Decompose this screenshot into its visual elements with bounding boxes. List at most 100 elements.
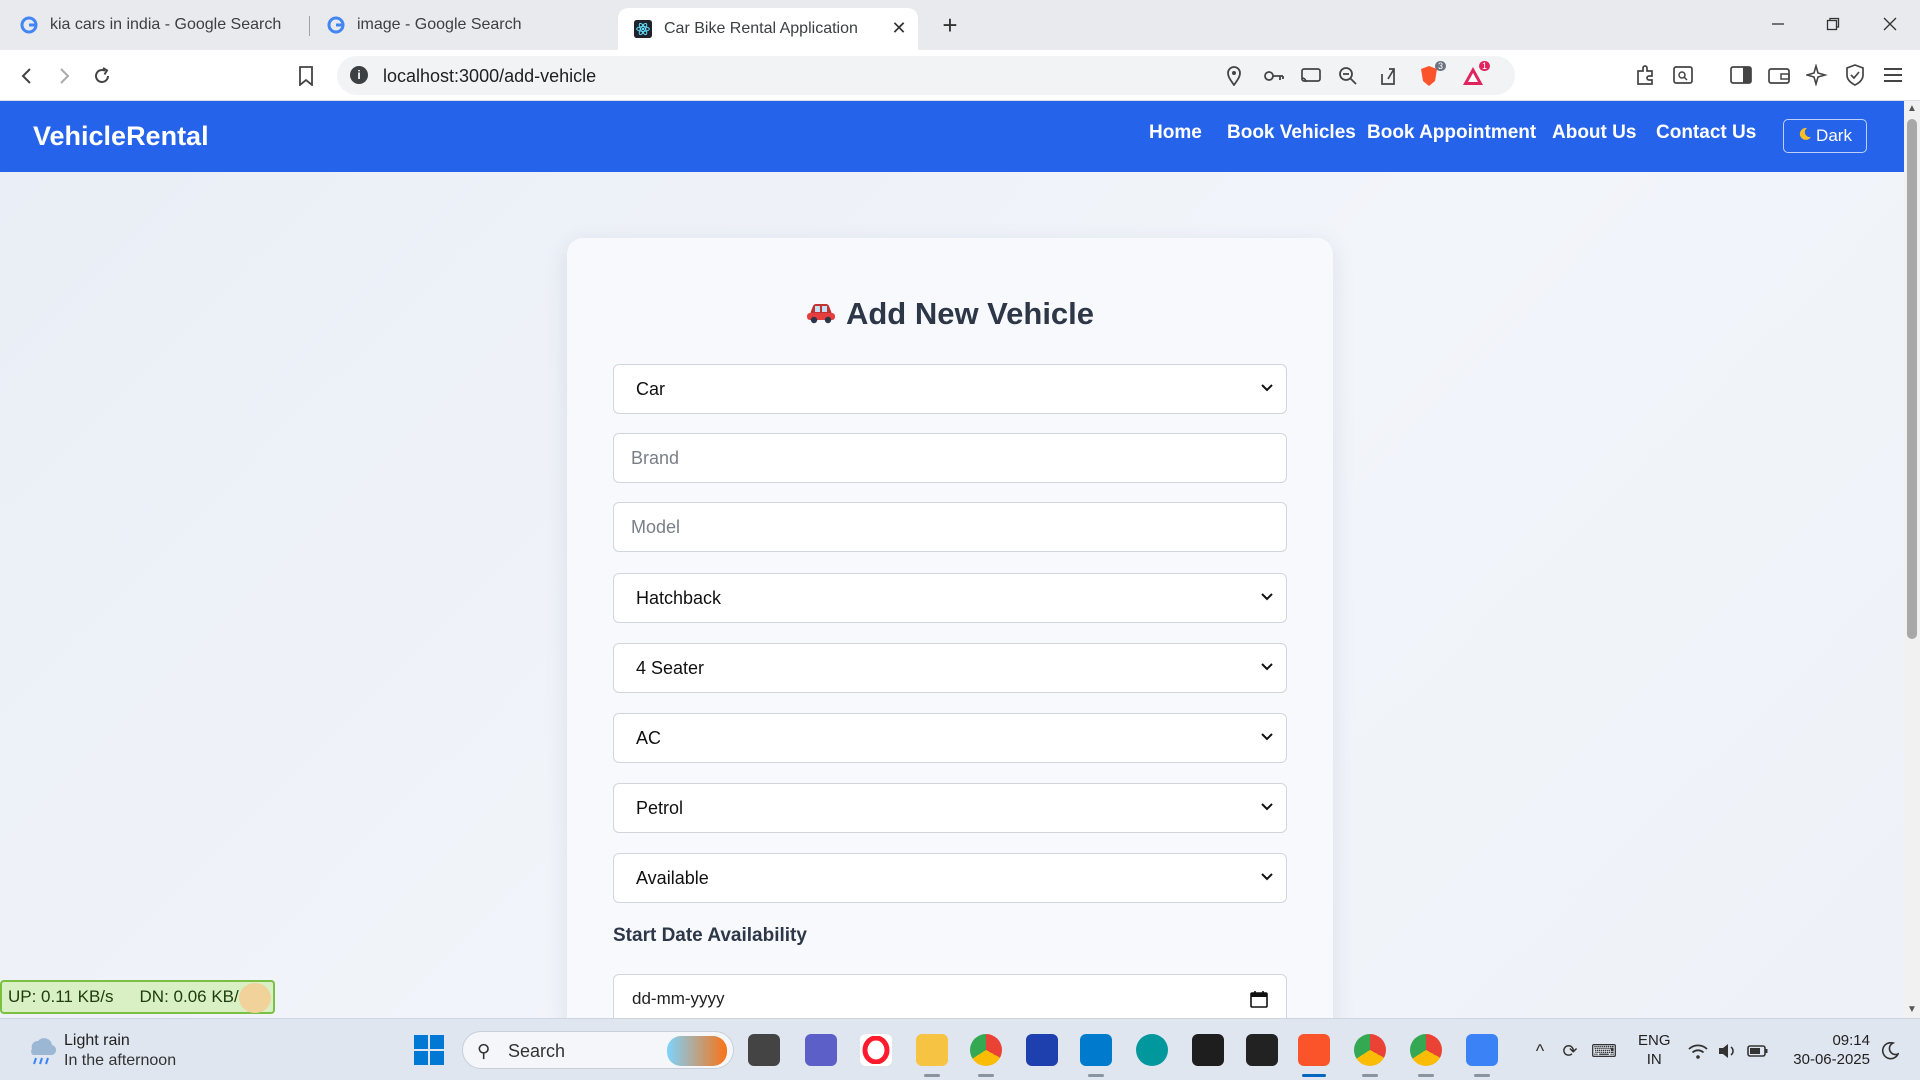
minimize-window-icon[interactable] [1758, 8, 1798, 40]
system-clock[interactable]: 09:14 30-06-2025 [1788, 1031, 1870, 1069]
brave-shield-icon[interactable]: 3 [1418, 61, 1446, 87]
tab-kia-cars-search[interactable]: kia cars in india - Google Search [20, 8, 310, 42]
microsoft-store-icon[interactable] [1026, 1034, 1058, 1066]
bookmark-icon[interactable] [292, 62, 320, 90]
brave-rewards-icon[interactable]: 1 [1462, 61, 1490, 87]
teams-icon[interactable] [805, 1034, 837, 1066]
sidebar-toggle-icon[interactable] [1728, 62, 1754, 88]
task-view-icon[interactable] [748, 1034, 780, 1066]
body-type-select[interactable]: Hatchback [613, 573, 1287, 623]
back-arrow-icon[interactable] [13, 62, 41, 90]
site-info-icon[interactable]: i [350, 66, 368, 84]
leo-ai-sparkle-icon[interactable] [1804, 62, 1830, 88]
running-indicator [924, 1074, 940, 1077]
moon-icon [1798, 126, 1812, 146]
nav-link-contact-us[interactable]: Contact Us [1656, 122, 1756, 144]
chrome-profile-icon[interactable] [1354, 1034, 1386, 1066]
keyboard-icon[interactable]: ⌨ [1591, 1039, 1617, 1063]
calendar-icon[interactable] [1250, 990, 1268, 1008]
page-scrollbar[interactable]: ▲ ▼ [1904, 101, 1920, 1018]
tab-image-search[interactable]: image - Google Search [327, 8, 617, 42]
browser-toolbar: i localhost:3000/add-vehicle 3 1 [0, 50, 1920, 101]
nav-link-about-us[interactable]: About Us [1552, 122, 1636, 144]
figma-icon[interactable] [1192, 1034, 1224, 1066]
close-window-icon[interactable] [1870, 8, 1910, 40]
brave-browser-icon[interactable] [1298, 1034, 1330, 1066]
opera-icon[interactable] [860, 1034, 892, 1066]
reload-icon[interactable] [88, 62, 116, 90]
zoom-out-icon[interactable] [1337, 65, 1359, 87]
battery-icon[interactable] [1746, 1039, 1770, 1063]
chevron-up-icon[interactable]: ^ [1528, 1039, 1552, 1063]
rain-cloud-icon[interactable] [24, 1033, 58, 1067]
vscode-icon[interactable] [1080, 1034, 1112, 1066]
ac-select[interactable]: AC [613, 713, 1287, 763]
wallet-icon[interactable] [1766, 62, 1792, 88]
search-highlight-art [667, 1036, 727, 1066]
start-date-input[interactable]: dd-mm-yyyy [613, 974, 1287, 1018]
sync-icon[interactable]: ⟳ [1558, 1039, 1582, 1063]
language-code: ENG [1638, 1032, 1671, 1049]
weather-subtitle[interactable]: In the afternoon [64, 1052, 176, 1070]
nav-link-book-vehicles[interactable]: Book Vehicles [1227, 122, 1356, 144]
availability-select[interactable]: Available [613, 853, 1287, 903]
vehicle-type-select[interactable]: Car [613, 364, 1287, 414]
mascot-icon [239, 983, 271, 1013]
running-indicator [978, 1074, 994, 1077]
restore-window-icon[interactable] [1813, 8, 1853, 40]
running-indicator [1362, 1074, 1378, 1077]
app-icon[interactable] [1246, 1034, 1278, 1066]
scroll-up-icon[interactable]: ▲ [1907, 104, 1917, 114]
address-bar[interactable]: i localhost:3000/add-vehicle 3 1 [337, 56, 1515, 95]
tab-divider [309, 16, 310, 36]
extensions-puzzle-icon[interactable] [1633, 62, 1659, 88]
scroll-down-icon[interactable]: ▼ [1907, 1005, 1917, 1015]
running-indicator [1418, 1074, 1434, 1077]
notifications-icon[interactable] [1878, 1039, 1902, 1063]
chevron-down-icon [1261, 593, 1273, 601]
network-speed-meter: UP: 0.11 KB/s DN: 0.06 KB/s [0, 980, 275, 1014]
key-icon[interactable] [1263, 65, 1285, 87]
volume-icon[interactable] [1716, 1039, 1740, 1063]
forward-arrow-icon[interactable] [50, 62, 78, 90]
clock-time: 09:14 [1832, 1032, 1870, 1049]
site-brand-logo[interactable]: VehicleRental [33, 121, 209, 152]
browser-menu-icon[interactable] [1880, 62, 1906, 88]
windows-start-icon[interactable] [414, 1035, 444, 1065]
scrollbar-thumb[interactable] [1907, 119, 1917, 639]
new-tab-button[interactable]: + [935, 10, 965, 40]
nav-link-book-appointment[interactable]: Book Appointment [1367, 122, 1536, 144]
tab-car-bike-rental[interactable]: Car Bike Rental Application ✕ [618, 8, 918, 50]
weather-condition[interactable]: Light rain [64, 1032, 130, 1050]
file-explorer-icon[interactable] [916, 1034, 948, 1066]
form-title-text: Add New Vehicle [845, 296, 1095, 331]
seating-select[interactable]: 4 Seater [613, 643, 1287, 693]
arduino-icon[interactable] [1136, 1034, 1168, 1066]
app-icon[interactable] [1466, 1034, 1498, 1066]
nav-link-home[interactable]: Home [1149, 122, 1202, 144]
chevron-down-icon [1261, 803, 1273, 811]
brand-placeholder: Brand [631, 447, 680, 468]
body-type-value: Hatchback [636, 587, 722, 608]
taskbar-search-box[interactable]: ⚲ Search [462, 1031, 734, 1069]
language-indicator[interactable]: ENG IN [1638, 1031, 1671, 1069]
model-placeholder: Model [631, 516, 681, 537]
model-input[interactable]: Model [613, 502, 1287, 552]
brand-input[interactable]: Brand [613, 433, 1287, 483]
close-tab-icon[interactable]: ✕ [888, 17, 910, 39]
chevron-down-icon [1261, 873, 1273, 881]
reading-list-icon[interactable] [1670, 62, 1696, 88]
cast-icon[interactable] [1300, 65, 1322, 87]
fuel-type-select[interactable]: Petrol [613, 783, 1287, 833]
location-pin-icon[interactable] [1223, 65, 1245, 87]
dark-mode-toggle-button[interactable]: Dark [1783, 119, 1867, 153]
vpn-shield-icon[interactable] [1842, 62, 1868, 88]
chrome-icon[interactable] [970, 1034, 1002, 1066]
site-navbar: VehicleRental Home Book Vehicles Book Ap… [0, 101, 1904, 172]
taskbar-search-label: Search [508, 1041, 566, 1061]
wifi-icon[interactable] [1686, 1039, 1710, 1063]
share-icon[interactable] [1377, 65, 1399, 87]
url-text[interactable]: localhost:3000/add-vehicle [383, 66, 596, 87]
chrome-profile-icon[interactable] [1410, 1034, 1442, 1066]
availability-value: Available [636, 867, 709, 888]
